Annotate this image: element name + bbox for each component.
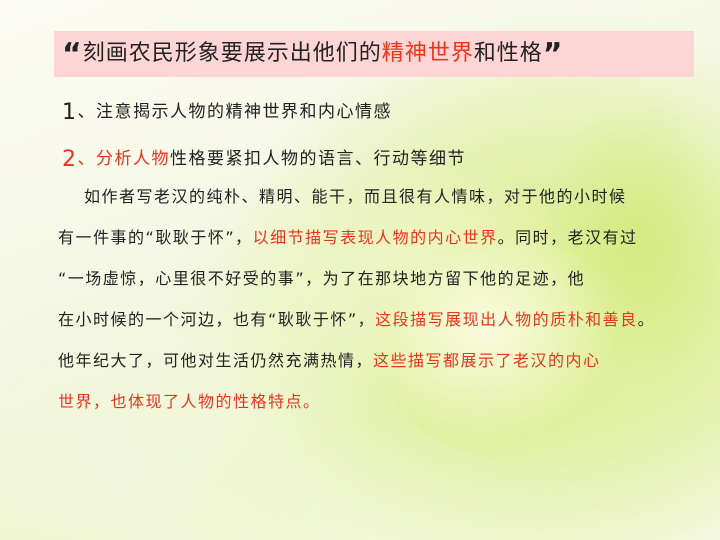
paragraph-line-2: 有一件事的“耿耿于怀”，以细节描写表现人物的内心世界。同时，老汉有过	[58, 225, 638, 251]
paragraph-line-4: 在小时候的一个河边，也有“耿耿于怀”，这段描写展现出人物的质朴和善良。	[58, 307, 655, 333]
paragraph-line-6: 世界，也体现了人物的性格特点。	[58, 389, 321, 415]
line-4-open-quote: “	[268, 310, 278, 329]
title-part2: 和性格	[473, 41, 543, 66]
line-2-open-quote: “	[145, 228, 156, 247]
line-2-close-quote: ”	[225, 228, 236, 247]
line-3-open-quote: “	[58, 269, 68, 288]
line-4-red-text: 这段描写展现出人物的质朴和善良	[375, 310, 638, 329]
line-2-text-b: ，	[235, 228, 253, 247]
slide-title: “刻画农民形象要展示出他们的精神世界和性格”	[62, 33, 563, 75]
point-1-number: 1	[62, 100, 78, 125]
point-2-red-text: 、分析人物	[77, 149, 170, 169]
title-open-quote: “	[62, 37, 83, 72]
title-close-quote: ”	[542, 37, 564, 72]
line-2-quoted: 耿耿于怀	[155, 228, 226, 247]
point-2-text: 性格要紧扣人物的语言、行动等细节	[170, 149, 466, 169]
line-4-text-b: ，	[357, 310, 376, 329]
line-5-red-text: 这些描写都展示了老汉的内心	[373, 351, 601, 370]
line-2-red-text: 以细节描写表现人物的内心世界	[252, 228, 498, 247]
line-2-text-c: 。同时，老汉有过	[497, 228, 638, 247]
point-2: 2、分析人物性格要紧扣人物的语言、行动等细节	[62, 145, 466, 174]
title-highlight: 精神世界	[381, 41, 474, 66]
paragraph-line-1: 如作者写老汉的纯朴、精明、能干，而且很有人情味，对于他的小时候	[84, 184, 627, 210]
line-3-close-quote: ”	[295, 269, 306, 288]
paragraph-line-3: “一场虚惊，心里很不好受的事”，为了在那块地方留下他的足迹，他	[58, 266, 585, 292]
point-2-number: 2	[62, 147, 78, 172]
line-4-text-a: 在小时候的一个河边，也有	[58, 310, 269, 329]
line-2-text-a: 有一件事的	[58, 228, 146, 247]
point-1-text: 、注意揭示人物的精神世界和内心情感	[77, 102, 392, 122]
point-1: 1、注意揭示人物的精神世界和内心情感	[62, 98, 392, 127]
paragraph-line-1-text: 如作者写老汉的纯朴、精明、能干，而且很有人情味，对于他的小时候	[84, 187, 627, 206]
line-6-red-text: 世界，也体现了人物的性格特点。	[58, 392, 321, 411]
line-5-text-a: 他年纪大了，可他对生活仍然充满热情，	[58, 351, 374, 370]
line-4-text-c: 。	[637, 310, 656, 329]
paragraph-line-5: 他年纪大了，可他对生活仍然充满热情，这些描写都展示了老汉的内心	[58, 348, 601, 374]
line-3-text-a: ，为了在那块地方留下他的足迹，他	[305, 269, 586, 288]
line-4-quoted: 耿耿于怀	[277, 310, 348, 329]
line-4-close-quote: ”	[347, 310, 358, 329]
title-part1: 刻画农民形象要展示出他们的	[82, 41, 382, 66]
line-3-quoted: 一场虚惊，心里很不好受的事	[67, 269, 296, 288]
